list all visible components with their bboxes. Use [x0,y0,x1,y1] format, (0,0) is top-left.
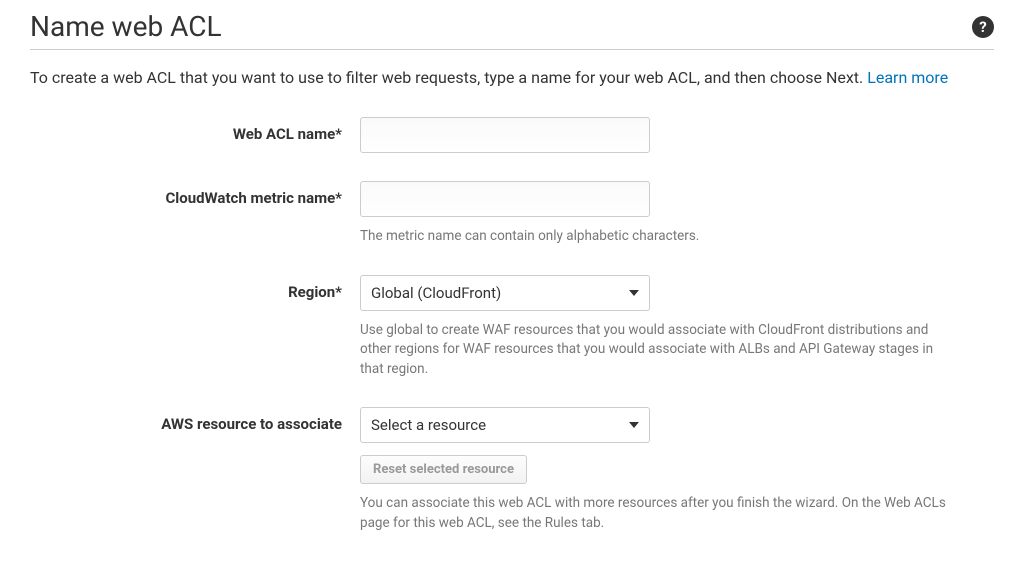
row-resource: AWS resource to associate Select a resou… [30,407,994,533]
page-title: Name web ACL [30,10,222,43]
region-select-value: Global (CloudFront) [371,284,501,302]
row-metric-name: CloudWatch metric name* The metric name … [30,181,994,247]
label-resource: AWS resource to associate [30,407,360,533]
row-region: Region* Global (CloudFront) Use global t… [30,275,994,380]
intro-text-content: To create a web ACL that you want to use… [30,68,867,87]
chevron-down-icon [629,422,639,428]
help-icon[interactable]: ? [972,16,994,38]
reset-selected-resource-button[interactable]: Reset selected resource [360,455,527,484]
resource-select[interactable]: Select a resource [360,407,650,443]
metric-name-help: The metric name can contain only alphabe… [360,227,950,247]
web-acl-name-input[interactable] [360,117,650,153]
resource-select-value: Select a resource [371,416,486,434]
label-region: Region* [30,275,360,380]
row-web-acl-name: Web ACL name* [30,117,994,153]
region-help: Use global to create WAF resources that … [360,321,950,380]
region-select[interactable]: Global (CloudFront) [360,275,650,311]
learn-more-link[interactable]: Learn more [867,68,948,87]
page-header: Name web ACL ? [30,10,994,50]
label-metric-name: CloudWatch metric name* [30,181,360,247]
chevron-down-icon [629,290,639,296]
resource-help: You can associate this web ACL with more… [360,494,950,533]
metric-name-input[interactable] [360,181,650,217]
intro-text: To create a web ACL that you want to use… [30,68,994,87]
label-web-acl-name: Web ACL name* [30,117,360,153]
